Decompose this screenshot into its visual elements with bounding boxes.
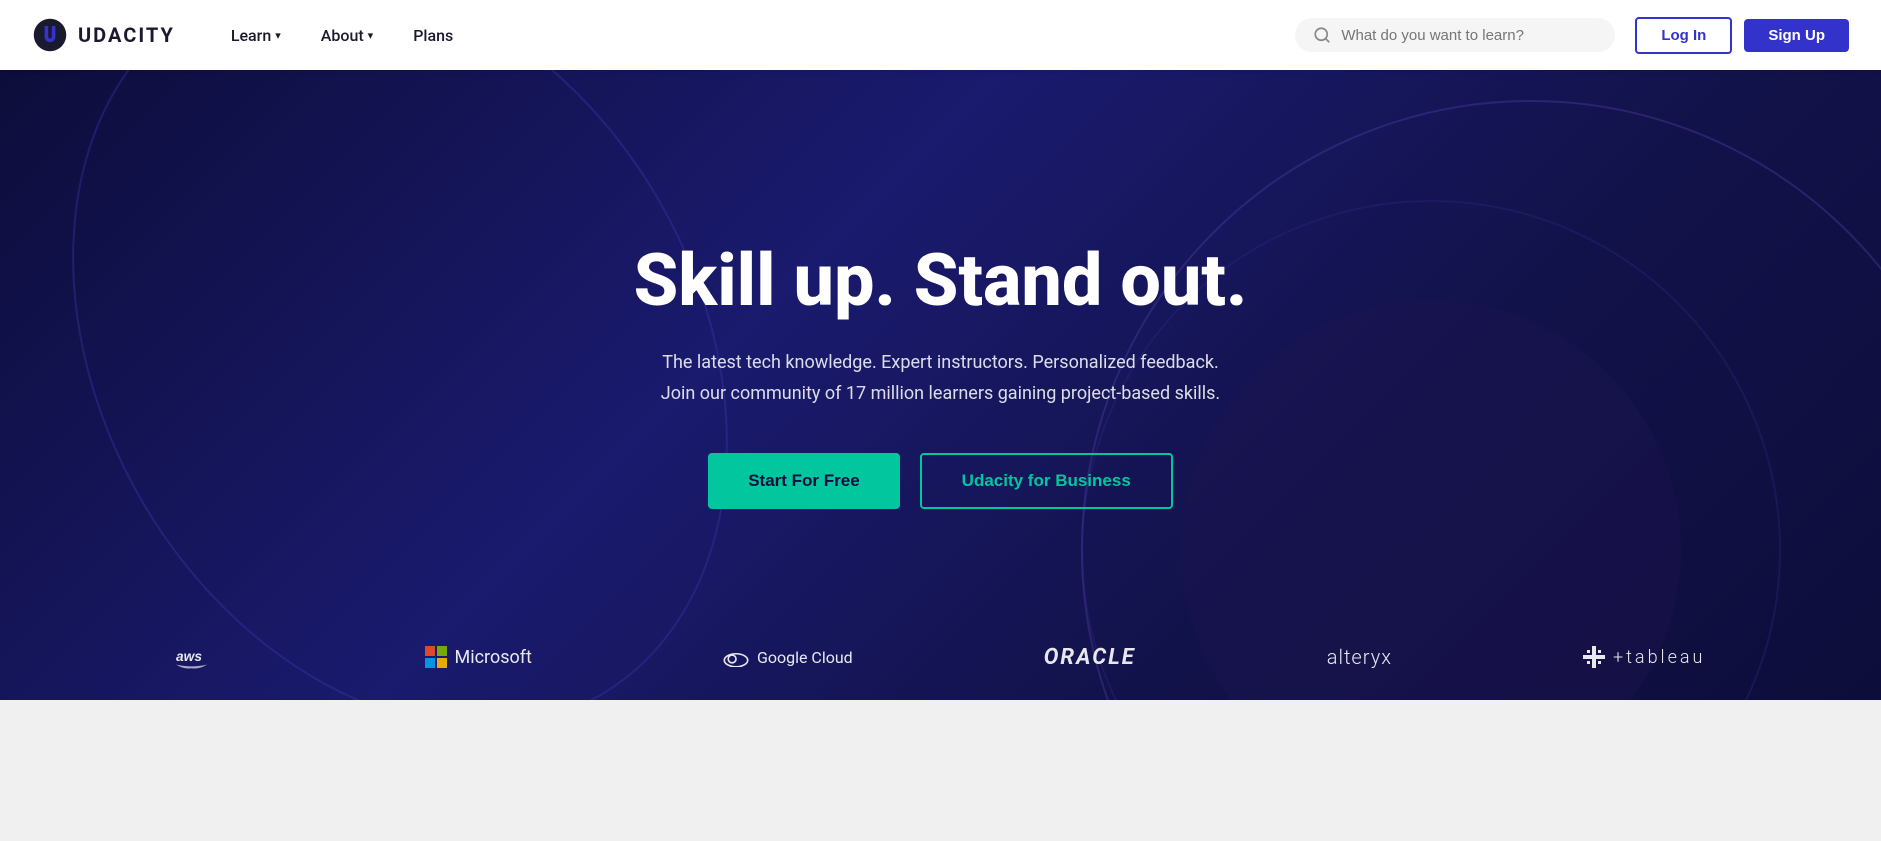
nav-about[interactable]: About ▾ bbox=[305, 18, 389, 53]
nav-about-label: About bbox=[321, 26, 364, 45]
login-button[interactable]: Log In bbox=[1635, 17, 1732, 54]
signup-button[interactable]: Sign Up bbox=[1744, 19, 1849, 52]
alteryx-wordmark: alteryx bbox=[1327, 645, 1392, 669]
nav-plans[interactable]: Plans bbox=[397, 18, 469, 53]
partner-google-cloud: Google Cloud bbox=[723, 647, 853, 667]
start-for-free-button[interactable]: Start For Free bbox=[708, 453, 899, 509]
partner-oracle: ORACLE bbox=[1044, 645, 1136, 670]
tableau-wordmark: +tableau bbox=[1613, 647, 1705, 668]
navbar: UDACITY Learn ▾ About ▾ Plans Log In Sig… bbox=[0, 0, 1881, 70]
hero-subtitle: The latest tech knowledge. Expert instru… bbox=[634, 348, 1248, 409]
logo-text: UDACITY bbox=[78, 23, 175, 47]
oracle-wordmark: ORACLE bbox=[1044, 645, 1136, 670]
partner-alteryx: alteryx bbox=[1327, 645, 1392, 669]
hero-content: Skill up. Stand out. The latest tech kno… bbox=[634, 241, 1248, 509]
hero-buttons: Start For Free Udacity for Business bbox=[634, 453, 1248, 509]
nav-learn-label: Learn bbox=[231, 26, 271, 45]
microsoft-grid-icon bbox=[425, 646, 447, 668]
google-cloud-icon bbox=[723, 647, 749, 667]
hero-subtitle-line2: Join our community of 17 million learner… bbox=[661, 383, 1220, 404]
partner-aws: aws bbox=[176, 642, 234, 672]
search-icon bbox=[1313, 26, 1331, 44]
logo-link[interactable]: UDACITY bbox=[32, 17, 175, 53]
partner-tableau: +tableau bbox=[1583, 646, 1705, 668]
tableau-cross-icon bbox=[1583, 646, 1605, 668]
nav-menu: Learn ▾ About ▾ Plans bbox=[215, 18, 1296, 53]
hero-subtitle-line1: The latest tech knowledge. Expert instru… bbox=[662, 352, 1219, 373]
aws-icon: aws bbox=[176, 642, 226, 672]
udacity-for-business-button[interactable]: Udacity for Business bbox=[920, 453, 1173, 509]
hero-title: Skill up. Stand out. bbox=[634, 241, 1248, 320]
below-fold bbox=[0, 700, 1881, 800]
navbar-actions: Log In Sign Up bbox=[1635, 17, 1849, 54]
search-input[interactable] bbox=[1341, 27, 1597, 44]
google-cloud-wordmark: Google Cloud bbox=[757, 648, 853, 667]
partners-bar: aws Microsoft Google Cloud OR bbox=[0, 614, 1881, 700]
partner-microsoft: Microsoft bbox=[425, 646, 532, 668]
microsoft-wordmark: Microsoft bbox=[455, 647, 532, 668]
nav-about-chevron-icon: ▾ bbox=[368, 29, 374, 42]
nav-learn[interactable]: Learn ▾ bbox=[215, 18, 297, 53]
search-bar bbox=[1295, 18, 1615, 52]
udacity-logo-icon bbox=[32, 17, 68, 53]
svg-text:aws: aws bbox=[176, 649, 202, 664]
nav-learn-chevron-icon: ▾ bbox=[275, 29, 281, 42]
nav-plans-label: Plans bbox=[413, 26, 453, 45]
hero-section: Skill up. Stand out. The latest tech kno… bbox=[0, 70, 1881, 700]
